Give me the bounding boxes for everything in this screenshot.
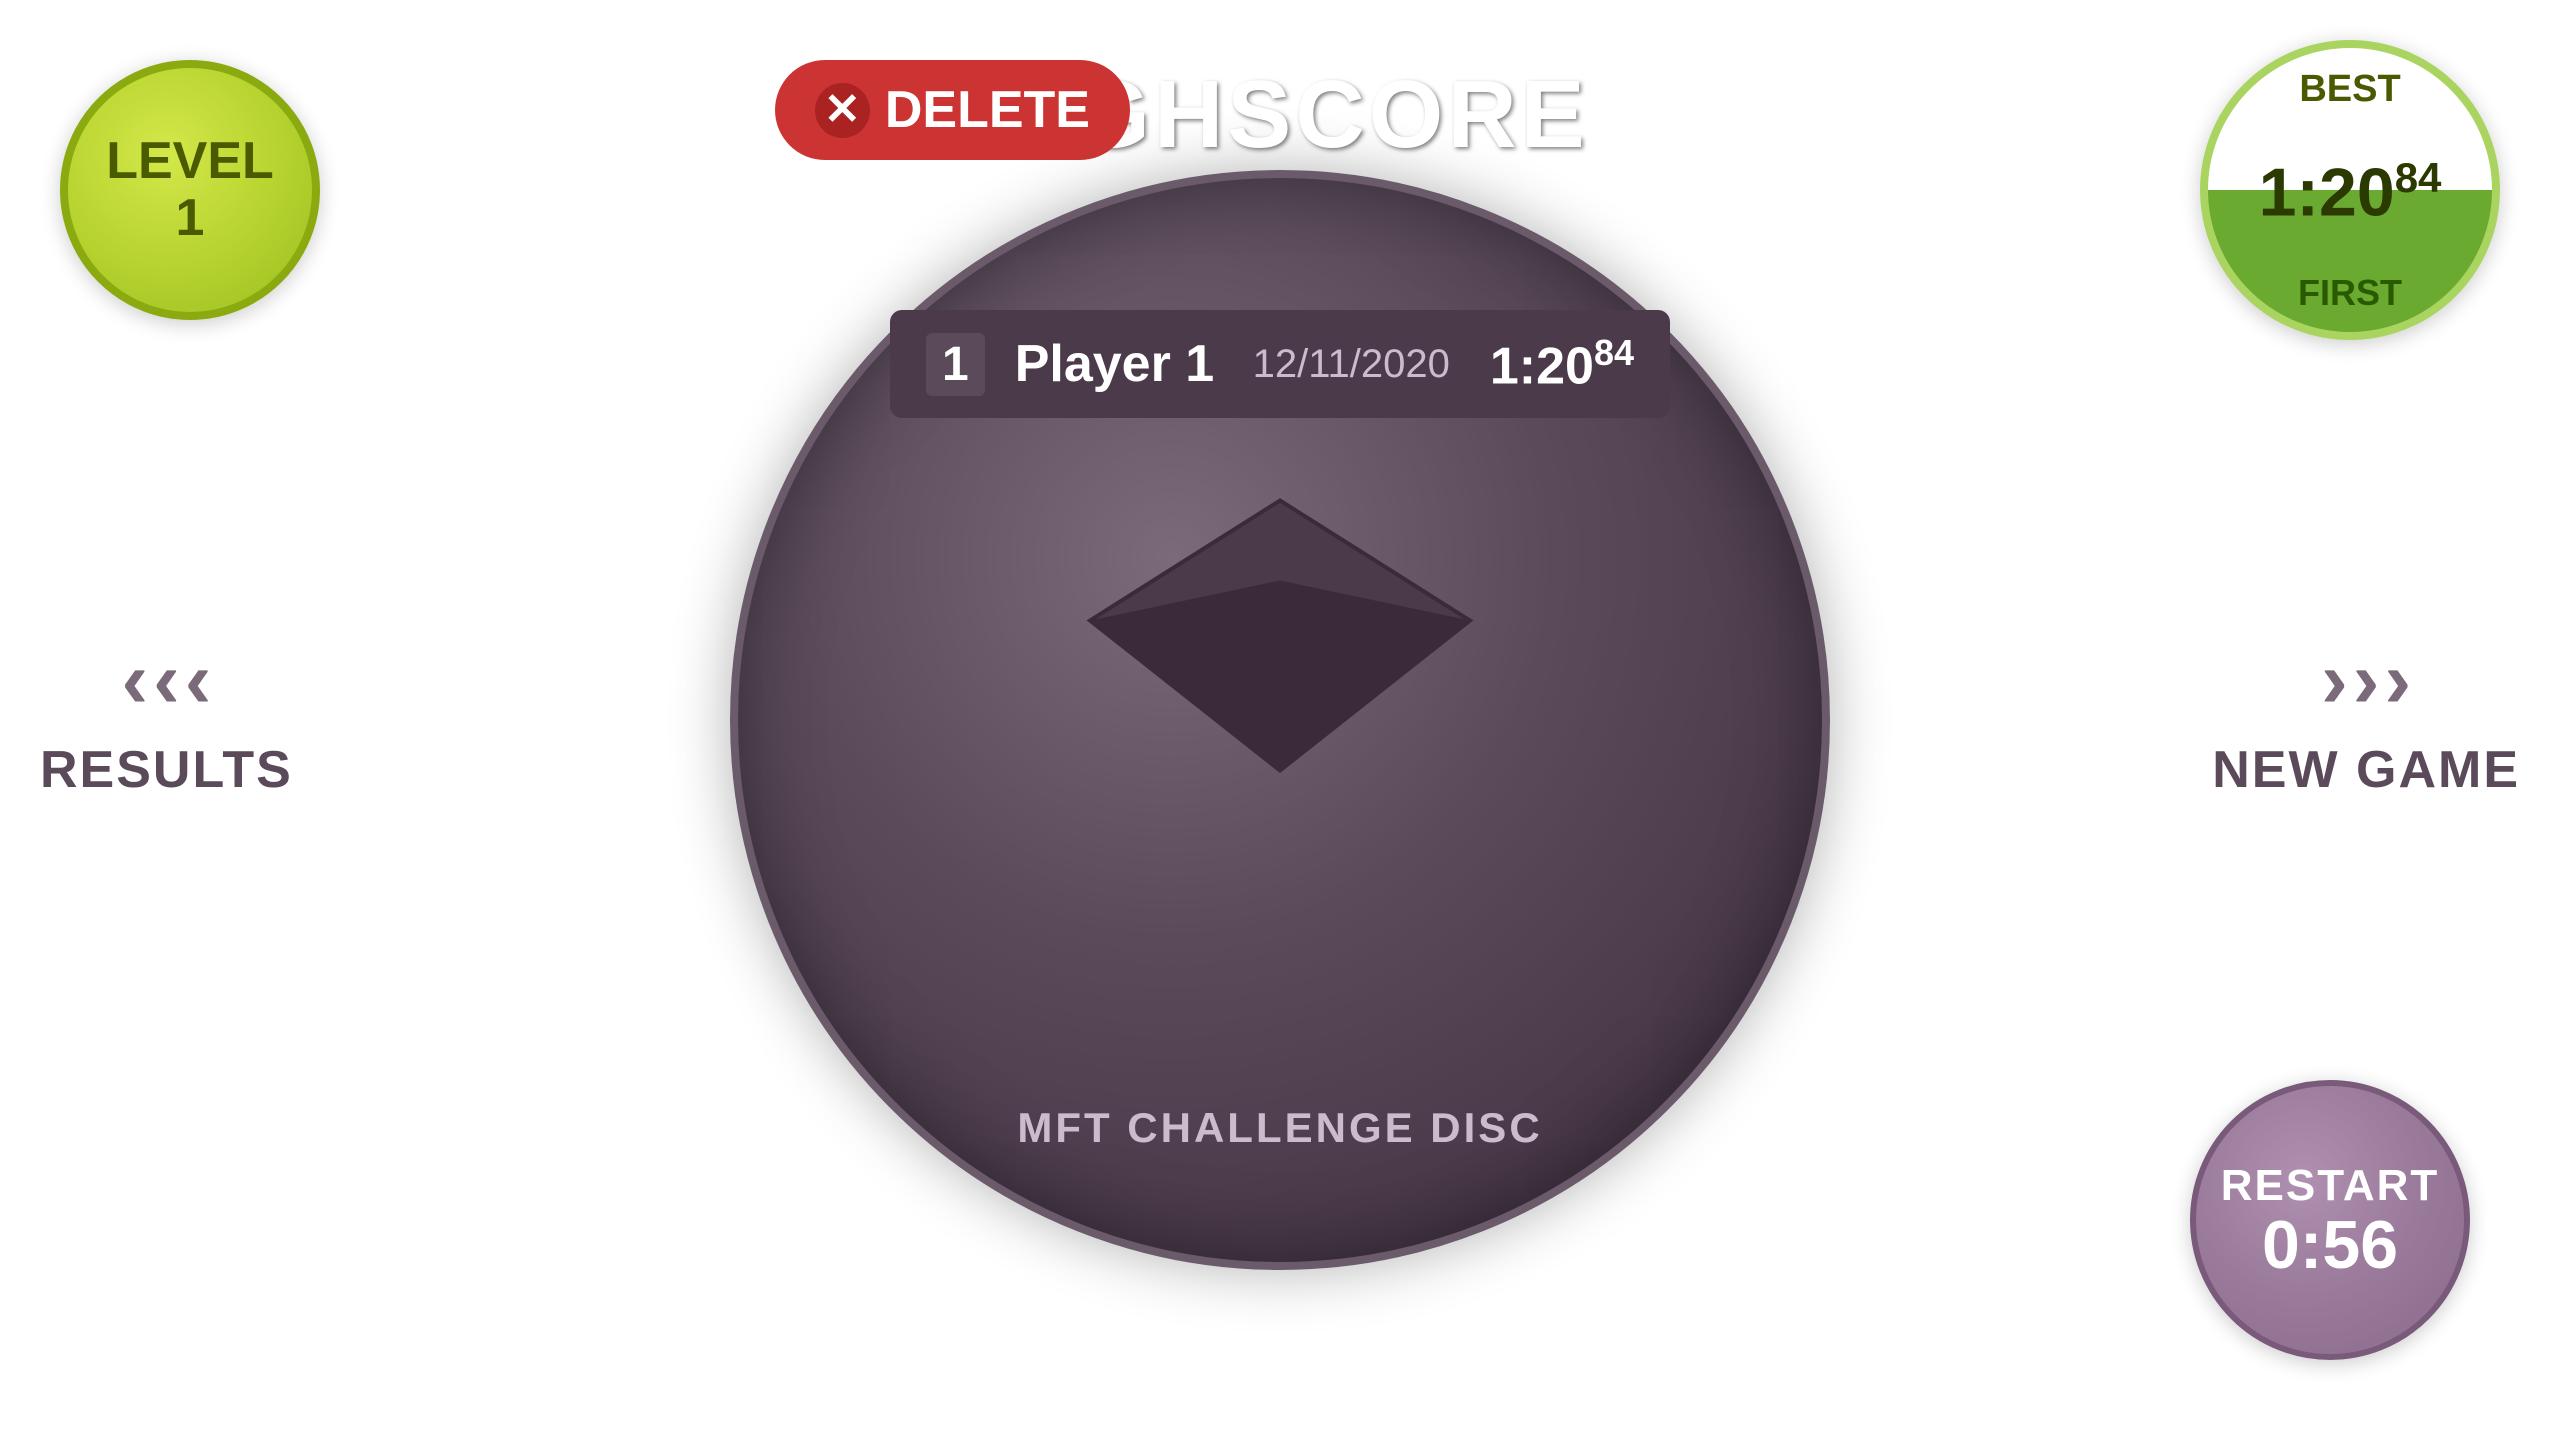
score-rank: 1 [926, 333, 985, 396]
delete-x-icon: ✕ [815, 83, 870, 138]
restart-button[interactable]: RESTART 0:56 [2190, 1080, 2470, 1360]
chevron-left-3: ‹ [185, 640, 212, 720]
results-nav[interactable]: ‹ ‹ ‹ RESULTS [40, 640, 293, 800]
disc-label: MFT CHALLENGE DISC [1017, 1104, 1542, 1152]
best-time: 1:2084 [2259, 157, 2442, 227]
chevron-left-2: ‹ [153, 640, 180, 720]
disc-arrow [1070, 481, 1490, 786]
delete-label: DELETE [885, 80, 1090, 140]
chevron-right-2: › [2353, 640, 2380, 720]
newgame-nav[interactable]: › › › NEW GAME [2212, 640, 2520, 800]
results-chevrons: ‹ ‹ ‹ [121, 640, 211, 720]
best-rank: FIRST [2298, 272, 2402, 314]
best-label: BEST [2299, 68, 2400, 111]
newgame-chevrons: › › › [2321, 640, 2411, 720]
level-label: LEVEL 1 [106, 133, 274, 247]
chevron-right-1: › [2321, 640, 2348, 720]
score-row: 1 Player 1 12/11/2020 1:2084 [890, 310, 1670, 418]
results-label: RESULTS [40, 740, 293, 800]
score-time: 1:2084 [1490, 332, 1634, 396]
chevron-right-3: › [2384, 640, 2411, 720]
chevron-left-1: ‹ [121, 640, 148, 720]
restart-time: 0:56 [2262, 1211, 2398, 1279]
level-circle: LEVEL 1 [60, 60, 320, 320]
best-circle: BEST 1:2084 FIRST [2200, 40, 2500, 340]
score-player: Player 1 [1015, 334, 1215, 394]
restart-label: RESTART [2221, 1161, 2440, 1211]
delete-button[interactable]: ✕ DELETE [775, 60, 1130, 160]
score-date: 12/11/2020 [1253, 342, 1450, 387]
newgame-label: NEW GAME [2212, 740, 2520, 800]
